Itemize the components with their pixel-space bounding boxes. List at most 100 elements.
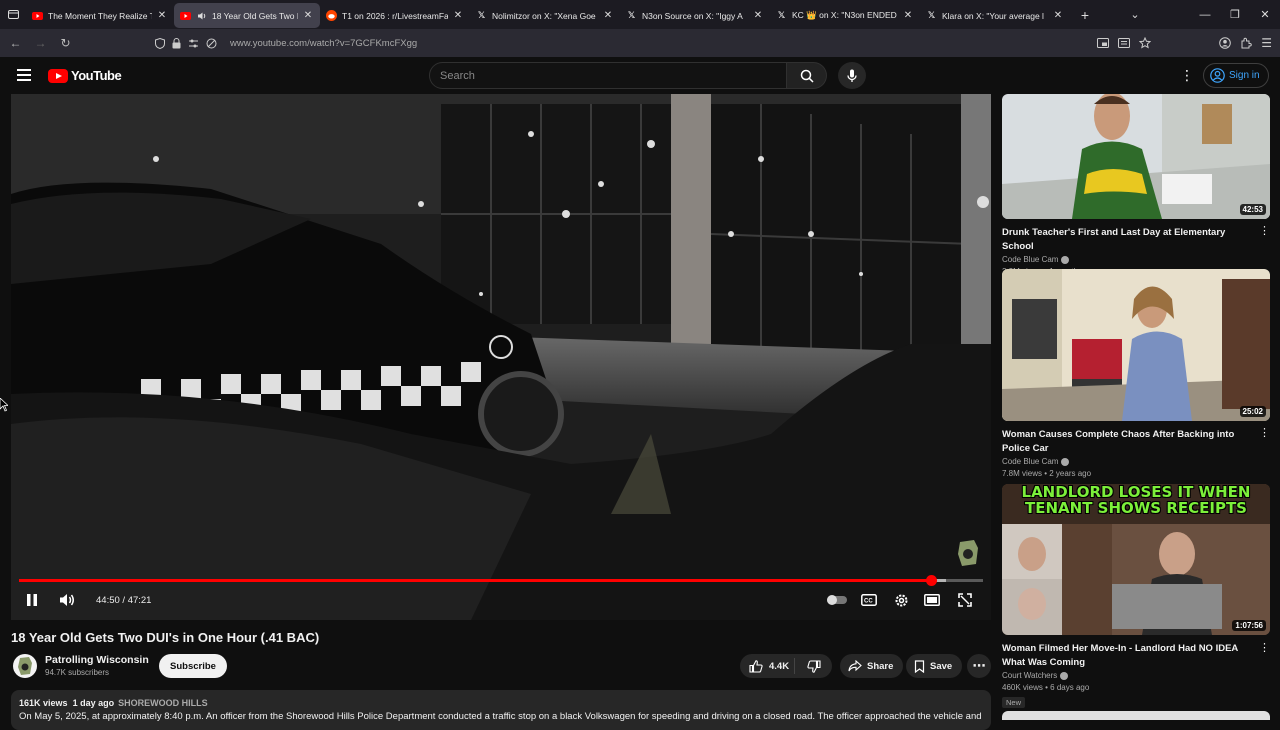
url-bar[interactable]: www.youtube.com/watch?v=7GCFKmcFXgg <box>155 33 417 53</box>
sign-in-button[interactable]: Sign in <box>1203 63 1269 88</box>
duration-badge: 42:53 <box>1239 204 1266 215</box>
recommendation-channel[interactable]: Code Blue Cam <box>1002 457 1272 466</box>
window-close-icon[interactable]: ✕ <box>1250 8 1280 21</box>
browser-tab[interactable]: 𝕏 Klara on X: "Your average l ✕ <box>920 3 1070 28</box>
search-icon <box>800 69 814 83</box>
video-title: 18 Year Old Gets Two DUI's in One Hour (… <box>11 630 320 645</box>
captions-button[interactable]: CC <box>859 591 879 609</box>
speaker-icon[interactable] <box>196 10 207 21</box>
recommendation-menu-icon[interactable]: ⋮ <box>1259 641 1270 654</box>
url-text[interactable]: www.youtube.com/watch?v=7GCFKmcFXgg <box>230 38 417 49</box>
progress-bar[interactable] <box>19 575 983 586</box>
close-icon[interactable]: ✕ <box>602 10 614 21</box>
recommendation-channel[interactable]: Court Watchers <box>1002 671 1272 680</box>
browser-tab[interactable]: 𝕏 KC 👑 on X: "N3on ENDED ✕ <box>770 3 920 28</box>
channel-avatar[interactable] <box>13 654 37 678</box>
autoplay-toggle[interactable] <box>826 591 848 609</box>
close-icon[interactable]: ✕ <box>156 10 168 21</box>
subscribe-button[interactable]: Subscribe <box>159 654 227 678</box>
lock-icon[interactable] <box>172 37 181 49</box>
recommendation-item[interactable]: LANDLORD LOSES IT WHEN TENANT SHOWS RECE… <box>1002 484 1272 710</box>
dislike-button[interactable] <box>795 659 832 673</box>
search-button[interactable] <box>787 62 827 89</box>
recommendation-thumbnail[interactable]: LANDLORD LOSES IT WHEN TENANT SHOWS RECE… <box>1002 484 1270 635</box>
channel-name[interactable]: Patrolling Wisconsin <box>45 654 149 666</box>
recommendation-thumbnail[interactable]: 42:53 <box>1002 94 1270 219</box>
recommendation-title[interactable]: Drunk Teacher's First and Last Day at El… <box>1002 226 1252 253</box>
mute-button[interactable] <box>57 591 77 609</box>
tab-label: 18 Year Old Gets Two DUI's <box>212 10 298 21</box>
like-button[interactable]: 4.4K <box>740 658 795 674</box>
recommendation-item[interactable]: 25:02 Woman Causes Complete Chaos After … <box>1002 269 1272 478</box>
recommendation-title[interactable]: Woman Causes Complete Chaos After Backin… <box>1002 428 1252 455</box>
volume-icon <box>60 594 74 606</box>
verified-icon <box>1060 671 1069 680</box>
fullscreen-button[interactable] <box>955 591 975 609</box>
browser-tab[interactable]: T1 on 2026 : r/LivestreamFail ✕ <box>320 3 470 28</box>
recommendation-menu-icon[interactable]: ⋮ <box>1259 224 1270 237</box>
time-display: 44:50 / 47:21 <box>96 595 152 606</box>
recommendation-channel[interactable]: Code Blue Cam <box>1002 255 1272 264</box>
browser-nav-bar: ← → ↻ www.youtube.com/watch?v=7GCFKmcFXg… <box>0 29 1280 57</box>
browser-tab[interactable]: 𝕏 N3on Source on X: "Iggy A ✕ <box>620 3 770 28</box>
sign-in-label: Sign in <box>1229 70 1260 81</box>
video-player[interactable]: 44:50 / 47:21 CC <box>11 94 991 620</box>
forward-icon[interactable]: → <box>28 36 53 50</box>
like-dislike-group: 4.4K <box>740 654 832 678</box>
thumbnail-text: LANDLORD LOSES IT WHEN TENANT SHOWS RECE… <box>1021 484 1251 517</box>
search-input[interactable]: Search <box>429 62 787 89</box>
new-tab-icon[interactable]: + <box>1070 7 1100 23</box>
extensions-icon[interactable] <box>1240 37 1252 49</box>
browser-tab[interactable]: 𝕏 Nolimitzor on X: "Xena Goe ✕ <box>470 3 620 28</box>
location-tag[interactable]: SHOREWOOD HILLS <box>118 698 208 708</box>
theater-mode-button[interactable] <box>922 591 942 609</box>
more-actions-button[interactable]: ⋯ <box>967 654 991 678</box>
new-badge: New <box>1002 697 1026 708</box>
youtube-logo-icon <box>48 68 68 83</box>
save-button[interactable]: Save <box>906 654 963 678</box>
recommendation-meta: 460K views • 6 days ago <box>1002 683 1090 692</box>
account-icon[interactable] <box>1219 37 1232 49</box>
tab-label: KC 👑 on X: "N3on ENDED <box>792 10 897 20</box>
close-icon[interactable]: ✕ <box>452 10 464 21</box>
reader-view-icon[interactable] <box>1118 38 1131 48</box>
search-placeholder: Search <box>440 69 475 82</box>
youtube-favicon-icon <box>32 10 43 21</box>
reload-icon[interactable]: ↻ <box>53 36 78 50</box>
browser-menu-icon[interactable]: ☰ <box>1261 36 1272 50</box>
permissions-icon[interactable] <box>188 38 199 49</box>
recommendation-menu-icon[interactable]: ⋮ <box>1259 426 1270 439</box>
bookmark-star-icon[interactable] <box>1139 37 1152 49</box>
share-button[interactable]: Share <box>840 654 904 678</box>
thumbnail-image <box>1002 94 1270 219</box>
x-favicon-icon: 𝕏 <box>627 10 636 20</box>
recommendation-title[interactable]: Woman Filmed Her Move-In - Landlord Had … <box>1002 642 1252 669</box>
settings-button[interactable] <box>891 591 911 609</box>
save-label: Save <box>930 660 953 672</box>
back-icon[interactable]: ← <box>3 36 28 50</box>
minimize-icon[interactable]: — <box>1190 9 1220 21</box>
restore-icon[interactable]: ❐ <box>1220 8 1250 21</box>
youtube-logo[interactable]: YouTube <box>48 68 122 83</box>
close-icon[interactable]: ✕ <box>302 10 314 21</box>
pause-button[interactable] <box>23 591 41 609</box>
close-icon[interactable]: ✕ <box>902 10 914 21</box>
guide-menu-icon[interactable] <box>17 69 31 84</box>
browser-tab-active[interactable]: 18 Year Old Gets Two DUI's ✕ <box>174 3 320 28</box>
settings-kebab-icon[interactable]: ⋮ <box>1180 67 1194 84</box>
recommendation-item[interactable]: 42:53 Drunk Teacher's First and Last Day… <box>1002 94 1272 276</box>
duration-badge: 25:02 <box>1239 406 1266 417</box>
close-icon[interactable]: ✕ <box>752 10 764 21</box>
close-icon[interactable]: ✕ <box>1052 10 1064 21</box>
browser-tab[interactable]: The Moment They Realize Thei ✕ <box>26 3 174 28</box>
voice-search-button[interactable] <box>838 62 866 89</box>
shield-icon[interactable] <box>155 37 165 49</box>
tab-label: The Moment They Realize Thei <box>48 10 152 21</box>
tab-overflow-chevron-icon[interactable]: ⌄ <box>1120 8 1150 21</box>
next-recommendation-thumbnail[interactable] <box>1002 711 1270 720</box>
description-box[interactable]: 161K views 1 day ago SHOREWOOD HILLS On M… <box>11 690 991 730</box>
tab-list-icon[interactable] <box>0 0 26 29</box>
picture-in-picture-icon[interactable] <box>1097 38 1110 48</box>
autoplay-blocked-icon[interactable] <box>206 38 217 49</box>
recommendation-thumbnail[interactable]: 25:02 <box>1002 269 1270 421</box>
